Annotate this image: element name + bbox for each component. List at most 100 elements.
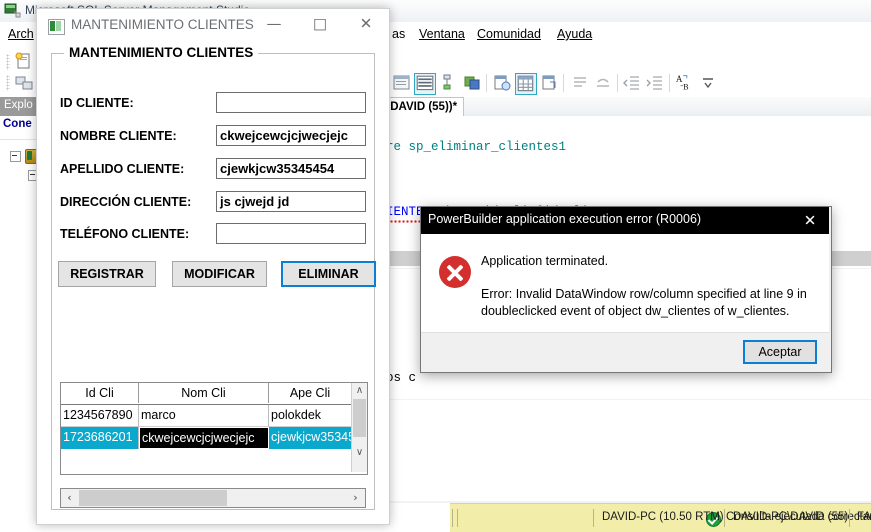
error-dialog-footer: Aceptar [421, 332, 829, 371]
mantenimiento-clientes-window: MANTENIMIENTO CLIENTES — □ ✕ MANTENIMIEN… [36, 8, 390, 525]
input-direccion-cliente[interactable]: js cjwejd jd [216, 191, 366, 212]
modificar-button[interactable]: MODIFICAR [172, 261, 267, 287]
parse-query-icon[interactable] [492, 73, 512, 93]
mc-group-legend: MANTENIMIENTO CLIENTES [64, 45, 259, 60]
error-dialog-title: PowerBuilder application execution error… [428, 212, 702, 226]
cell-id-cli[interactable]: 1234567890 [61, 405, 139, 427]
cell-nom-cli[interactable]: marco [139, 405, 269, 427]
increase-indent-icon[interactable] [645, 73, 665, 93]
menu-archivo-label: Arch [8, 27, 34, 41]
grid-header-nom-cli[interactable]: Nom Cli [139, 383, 269, 403]
error-dialog-close-button[interactable]: ✕ [791, 207, 829, 234]
status-user: DAVID-PC\DAVID (55) [733, 511, 849, 523]
label-id-cliente: ID CLIENTE: [60, 96, 134, 110]
menu-archivo[interactable]: Arch [8, 27, 34, 41]
object-explorer-tab-label: Explo [4, 99, 33, 111]
mc-group-box: MANTENIMIENTO CLIENTES ID CLIENTE: NOMBR… [51, 45, 376, 510]
results-to-grid-icon[interactable] [515, 73, 537, 95]
include-execution-plan-icon[interactable] [440, 73, 460, 93]
menu-ventana[interactable]: Ventana [419, 27, 465, 41]
status-sep-3 [724, 509, 725, 527]
grid-vscroll-thumb[interactable] [353, 399, 366, 437]
toolbar-overflow-icon[interactable] [698, 73, 718, 93]
input-apellido-cliente[interactable]: cjewkjcw35345454 [216, 158, 366, 179]
label-apellido-cliente: APELLIDO CLIENTE: [60, 162, 185, 176]
grid-scroll-left-icon[interactable]: ‹ [61, 489, 78, 507]
table-row[interactable]: 1234567890 marco polokdek [61, 405, 352, 427]
grid-scroll-right-icon[interactable]: › [347, 489, 364, 507]
status-bar-yellow: Consulta ejecutada correctamente. DAVID-… [450, 503, 871, 532]
table-row-selected[interactable]: 1723686201 ckwejcewcjcjwecjejc cjewkjcw3… [61, 427, 352, 449]
minimize-icon: — [266, 14, 282, 33]
results-to-text-icon[interactable] [392, 73, 412, 93]
expander-minus-icon[interactable] [10, 151, 21, 162]
grid-header-id-cli[interactable]: Id Cli [61, 383, 139, 403]
label-direccion-cliente: DIRECCIÓN CLIENTE: [60, 195, 192, 209]
clientes-datawindow[interactable]: Id Cli Nom Cli Ape Cli 1234567890 marco … [60, 382, 368, 475]
new-query-icon[interactable] [14, 52, 34, 72]
input-id-cliente[interactable] [216, 92, 366, 113]
menu-ayuda-label: Ayuda [557, 27, 593, 41]
input-nombre-cliente[interactable]: ckwejcewcjcjwecjejc [216, 125, 366, 146]
editor-tab-active[interactable]: \DAVID (55))* [380, 97, 465, 117]
aceptar-button[interactable]: Aceptar [743, 340, 817, 364]
input-telefono-cliente[interactable] [216, 223, 366, 244]
toolbar-separator-1 [486, 74, 487, 92]
toolbar-grip-1[interactable] [6, 54, 10, 70]
grid-scroll-down-icon[interactable]: ∨ [352, 445, 367, 460]
results-to-file-icon[interactable] [540, 73, 560, 93]
comment-lines-icon[interactable] [570, 73, 590, 93]
status-server: DAVID-PC (10.50 RTM) [602, 511, 724, 523]
grid-scroll-up-icon[interactable]: ∧ [352, 383, 367, 398]
mc-title-bar[interactable]: MANTENIMIENTO CLIENTES — □ ✕ [37, 9, 389, 43]
svg-text:A: A [676, 74, 683, 84]
code-line-3: os c [386, 371, 417, 385]
error-dialog-title-bar[interactable]: PowerBuilder application execution error… [421, 207, 829, 234]
grid-header-ape-cli[interactable]: Ape Cli [269, 383, 352, 403]
close-icon: ✕ [359, 14, 373, 33]
uncomment-lines-icon[interactable] [593, 73, 613, 93]
menu-ayuda[interactable]: Ayuda [557, 27, 592, 41]
format-sql-icon[interactable]: AB [675, 72, 695, 92]
error-line-3: doubleclicked event of object dw_cliente… [481, 304, 790, 318]
label-nombre-cliente: NOMBRE CLIENTE: [60, 129, 177, 143]
app-window-icon [48, 19, 65, 35]
execute-results-icon[interactable] [414, 73, 436, 95]
maximize-icon: □ [312, 14, 328, 33]
eliminar-button[interactable]: ELIMINAR [281, 261, 376, 287]
toolbar-separator-2 [563, 74, 564, 92]
decrease-indent-icon[interactable] [622, 73, 642, 93]
toolbar-separator-3 [617, 74, 618, 92]
connect-object-explorer-icon[interactable] [14, 73, 34, 93]
toolbar-separator-4 [669, 74, 670, 92]
connect-button-label[interactable]: Cone [3, 118, 32, 130]
cell-ape-cli[interactable]: polokdek [269, 405, 352, 427]
grid-horizontal-scrollbar[interactable]: ‹ › [60, 488, 366, 508]
cell-nom-cli-editing[interactable]: ckwejcewcjcjwecjejc [139, 427, 269, 449]
status-sep-2 [593, 509, 594, 527]
mc-window-title: MANTENIMIENTO CLIENTES [71, 17, 254, 32]
grid-hscroll-thumb[interactable] [79, 490, 227, 506]
menu-herramientas[interactable]: as [392, 27, 405, 41]
close-button[interactable]: ✕ [343, 9, 389, 39]
results-divider [386, 399, 871, 400]
code-line-1: re sp_eliminar_clientes1 [386, 140, 567, 154]
close-icon: ✕ [803, 211, 817, 229]
toolbar-grip-2[interactable] [6, 75, 10, 91]
ssms-icon [4, 3, 21, 18]
registrar-button[interactable]: REGISTRAR [58, 261, 156, 287]
minimize-button[interactable]: — [251, 9, 297, 39]
status-sep-1 [457, 509, 458, 527]
svg-text:B: B [683, 82, 689, 91]
cell-id-cli-selected[interactable]: 1723686201 [61, 427, 139, 449]
status-sep-4 [849, 509, 850, 527]
grid-vertical-scrollbar[interactable]: ∧ ∨ [351, 383, 367, 472]
menu-comunidad[interactable]: Comunidad [477, 27, 541, 41]
cell-ape-cli-selected[interactable]: cjewkjcw35345454 [269, 427, 352, 449]
mc-window-body: MANTENIMIENTO CLIENTES ID CLIENTE: NOMBR… [37, 43, 389, 524]
label-telefono-cliente: TELÉFONO CLIENTE: [60, 227, 190, 241]
powerbuilder-error-dialog: PowerBuilder application execution error… [420, 206, 832, 373]
error-dialog-content: Application terminated. Error: Invalid D… [421, 234, 829, 332]
maximize-button[interactable]: □ [297, 9, 343, 39]
database-objects-icon[interactable] [462, 73, 482, 93]
